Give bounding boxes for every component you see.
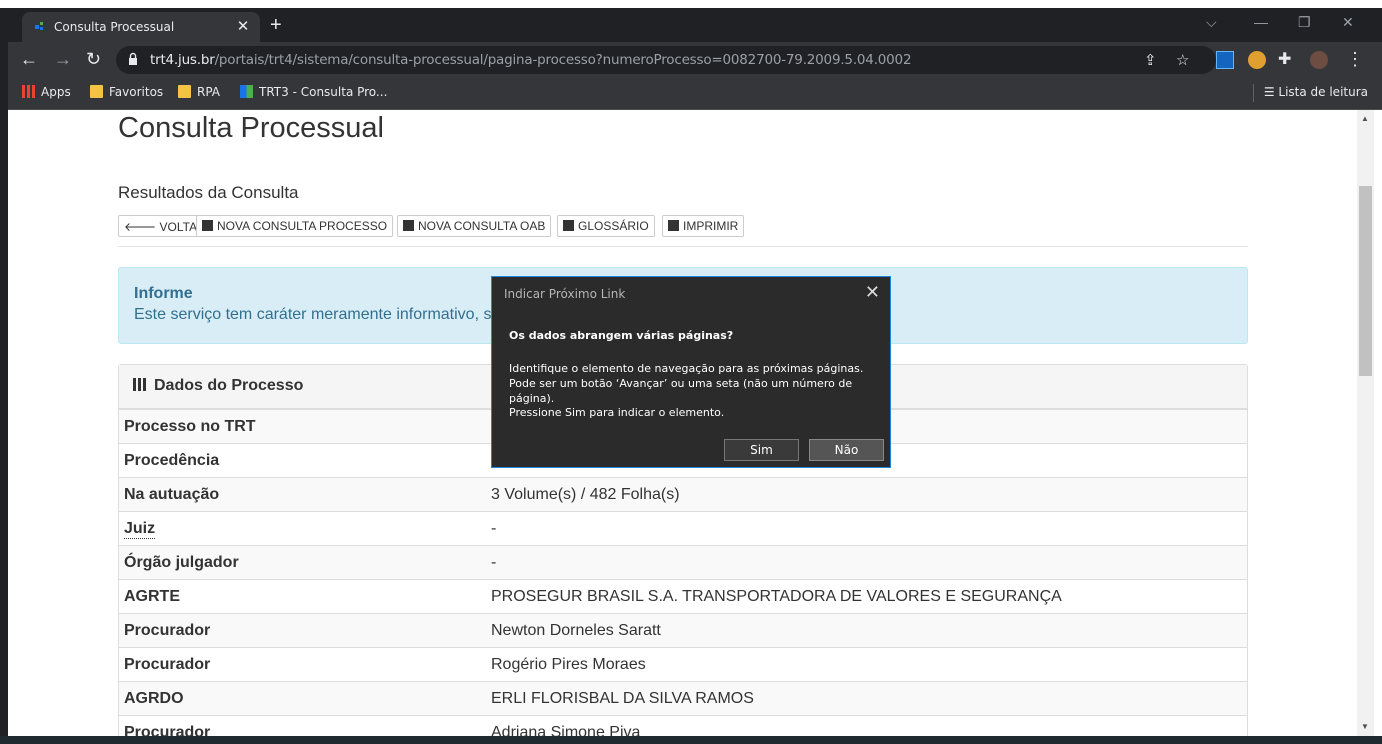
folder-icon [178,85,191,98]
extensions-puzzle-icon[interactable]: ✚ [1278,49,1291,69]
taskbar [0,736,1382,744]
indicate-next-link-dialog: Indicar Próximo Link ✕ Os dados abrangem… [491,276,891,468]
table-row: AGRDO ERLI FLORISBAL DA SILVA RAMOS [119,681,1247,715]
divider [1253,84,1254,102]
row-value: Newton Dorneles Saratt [491,622,661,639]
yes-button[interactable]: Sim [724,439,799,461]
row-key: Procurador [124,622,211,639]
row-key: Na autuação [124,486,220,503]
row-key: Procurador [124,724,211,736]
table-row: AGRTE PROSEGUR BRASIL S.A. TRANSPORTADORA… [119,579,1247,613]
nova-consulta-processo-button[interactable]: NOVA CONSULTA PROCESSO [196,215,394,237]
search-doc-icon [403,220,414,231]
alert-title: Informe [134,285,193,302]
row-value: - [491,520,497,537]
close-tab-icon[interactable]: ✕ [234,17,252,35]
print-icon [668,220,679,231]
star-icon[interactable]: ☆ [1176,51,1189,69]
table-row: Procurador Rogério Pires Moraes [119,647,1247,681]
browser-tab[interactable]: Consulta Processual ✕ [22,12,260,42]
row-value: PROSEGUR BRASIL S.A. TRANSPORTADORA DE V… [491,588,1062,605]
row-key: AGRTE [124,588,180,605]
reload-icon[interactable]: ↻ [86,49,101,70]
page-scrollbar[interactable]: ▲ ▼ [1357,110,1374,736]
row-key: Processo no TRT [124,418,256,435]
bookmark-favoritos[interactable]: Favoritos [90,85,163,99]
row-key: Juiz [124,520,156,539]
row-key: Órgão julgador [124,554,239,571]
extension-avatar-icon[interactable] [1248,51,1266,69]
row-value: Rogério Pires Moraes [491,656,646,673]
divider [118,246,1248,247]
row-key: Procurador [124,656,211,673]
no-button[interactable]: Não [809,439,884,461]
trt-favicon-icon [35,22,43,30]
table-row: Na autuação 3 Volume(s) / 482 Folha(s) [119,477,1247,511]
row-value: 3 Volume(s) / 482 Folha(s) [491,486,680,503]
forward-icon[interactable]: → [54,49,72,70]
bookmark-apps[interactable]: Apps [22,85,71,99]
close-icon[interactable]: ✕ [865,282,880,303]
dialog-instruction: Pressione Sim para indicar o elemento. [509,406,725,419]
table-row: Juiz - [119,511,1247,545]
trt-favicon-icon [240,85,253,98]
row-value: ERLI FLORISBAL DA SILVA RAMOS [491,690,754,707]
table-row: Procurador Newton Dorneles Saratt [119,613,1247,647]
alert-text: Este serviço tem caráter meramente infor… [134,306,492,323]
dialog-body: Identifique o elemento de navegação para… [509,362,864,405]
tab-search-icon[interactable]: ⌵ [1206,14,1217,31]
bookmark-rpa[interactable]: RPA [178,85,220,99]
row-value: Adriana Simone Piva [491,724,641,736]
glossario-button[interactable]: GLOSSÁRIO [557,215,655,237]
bookmark-trt3[interactable]: TRT3 - Consulta Pro... [240,85,387,99]
scroll-down-icon[interactable]: ▼ [1361,722,1369,731]
table-row: Órgão julgador - [119,545,1247,579]
tab-title: Consulta Processual [54,20,175,34]
browser-toolbar: ← → ↻ trt4.jus.br/portais/trt4/sistema/c… [8,42,1382,78]
dialog-title: Indicar Próximo Link [504,287,626,301]
menu-kebab-icon[interactable]: ⋮ [1346,49,1364,70]
apps-grid-icon [22,85,35,98]
dialog-question: Os dados abrangem várias páginas? [509,329,734,342]
back-icon[interactable]: ← [20,49,38,70]
page-title: Consulta Processual [118,112,384,144]
lock-icon [129,52,137,65]
new-tab-icon[interactable]: + [270,14,282,37]
arrow-left-icon: 🡐 [124,220,157,234]
table-row: Procurador Adriana Simone Piva [119,715,1247,736]
uipath-extension-icon[interactable] [1216,51,1234,69]
imprimir-button[interactable]: IMPRIMIR [662,215,745,237]
scroll-up-icon[interactable]: ▲ [1361,114,1369,123]
row-key: Procedência [124,452,220,469]
nova-consulta-oab-button[interactable]: NOVA CONSULTA OAB [397,215,552,237]
profile-avatar[interactable] [1310,51,1328,69]
bookmarks-bar: Apps Favoritos RPA TRT3 - Consulta Pro..… [8,78,1382,110]
panel-title: Dados do Processo [133,377,303,395]
glossary-icon [563,220,574,231]
address-bar[interactable]: trt4.jus.br/portais/trt4/sistema/consult… [116,46,1216,74]
bar-chart-icon [133,378,149,391]
url-text: trt4.jus.br/portais/trt4/sistema/consult… [150,52,912,68]
row-key: AGRDO [124,690,184,707]
folder-icon [90,85,103,98]
minimize-icon[interactable]: — [1254,14,1268,30]
restore-icon[interactable]: ❐ [1298,14,1311,31]
search-doc-icon [202,220,213,231]
share-icon[interactable]: ⇪ [1144,51,1157,69]
reading-list-button[interactable]: ☰ Lista de leitura [1264,85,1368,99]
scroll-thumb[interactable] [1359,186,1372,376]
close-window-icon[interactable]: ✕ [1342,14,1354,31]
tab-bar: Consulta Processual ✕ + ⌵ — ❐ ✕ [8,8,1382,42]
row-value: - [491,554,497,571]
results-heading: Resultados da Consulta [118,183,299,202]
